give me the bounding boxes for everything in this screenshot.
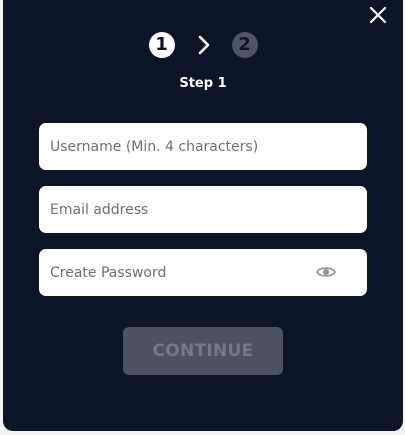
close-button[interactable] — [365, 2, 391, 28]
step-1-indicator: 1 — [148, 32, 175, 58]
email-input[interactable] — [39, 186, 367, 233]
close-icon — [369, 6, 387, 24]
username-field-container — [39, 123, 367, 170]
email-field-container — [39, 186, 367, 233]
signup-modal: 1 2 Step 1 CONTINUE — [3, 0, 403, 431]
username-input[interactable] — [39, 123, 367, 170]
chevron-right-icon — [189, 35, 219, 55]
password-field-container — [39, 249, 367, 296]
current-step-label: Step 1 — [179, 76, 227, 91]
stepper: 1 2 — [3, 32, 403, 58]
continue-button[interactable]: CONTINUE — [123, 327, 283, 375]
step-2-indicator: 2 — [231, 32, 258, 58]
eye-icon — [316, 267, 336, 277]
toggle-password-visibility-button[interactable] — [315, 261, 337, 283]
